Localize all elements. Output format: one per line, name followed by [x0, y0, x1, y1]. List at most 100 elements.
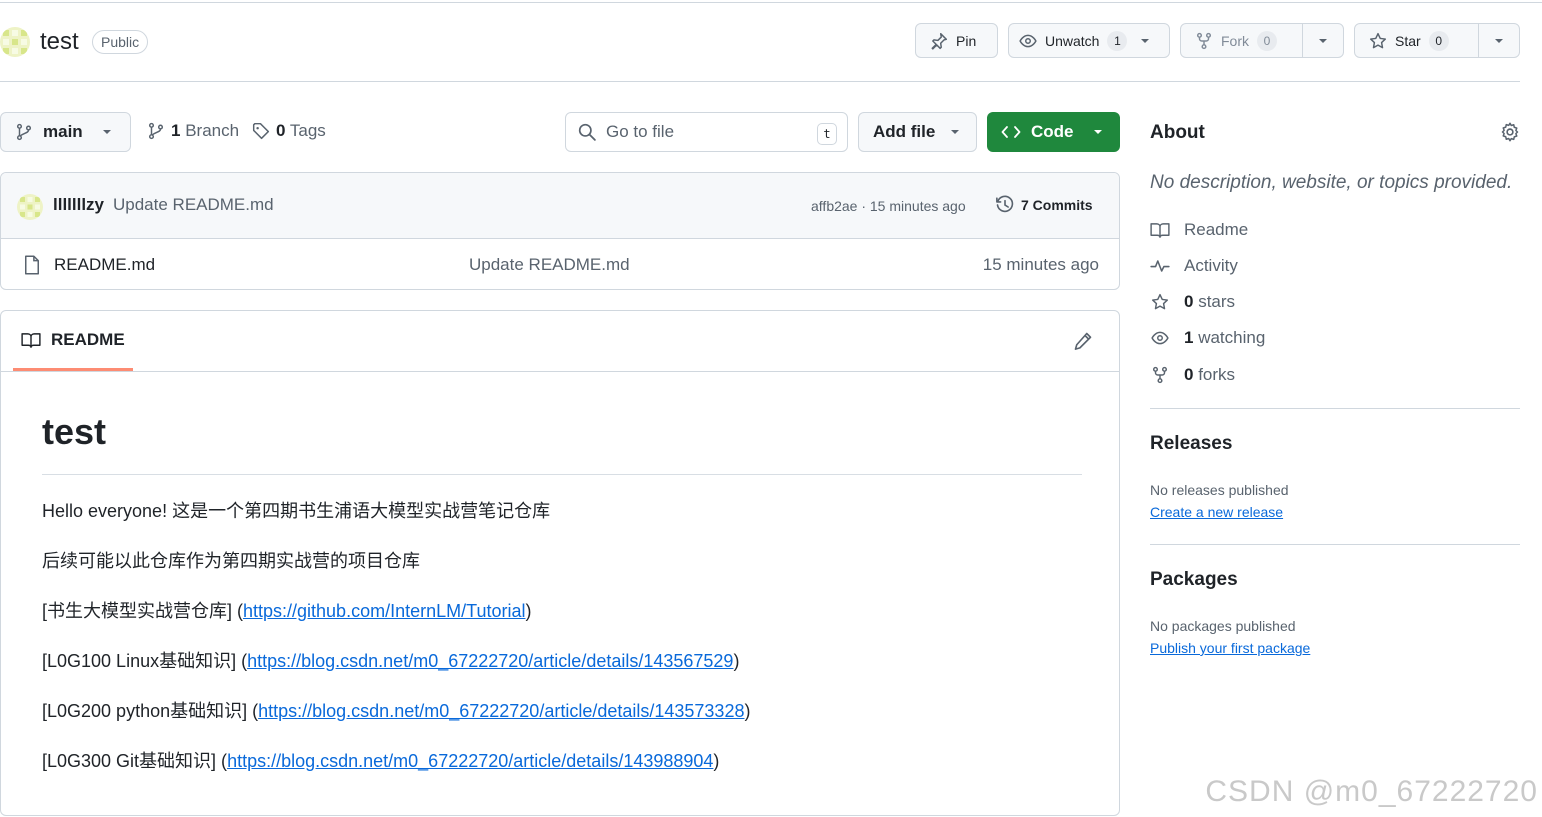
link-prefix: [书生大模型实战营仓库] (	[42, 601, 243, 621]
fork-button[interactable]: Fork 0	[1181, 24, 1302, 57]
pin-icon	[931, 32, 948, 50]
chevron-down-icon	[1495, 38, 1503, 43]
branches-count: 1	[171, 121, 181, 140]
file-name-link[interactable]: README.md	[54, 255, 155, 275]
readme-paragraph: 后续可能以此仓库作为第四期实战营的项目仓库	[42, 551, 420, 571]
tab-readme[interactable]: README	[13, 311, 133, 371]
packages-heading[interactable]: Packages	[1150, 569, 1238, 591]
releases-empty-text: No releases published	[1150, 482, 1289, 498]
fork-icon	[1152, 366, 1168, 384]
stars-link[interactable]: 0 stars	[1150, 292, 1235, 312]
repo-name-link[interactable]: test	[40, 28, 79, 56]
branches-link[interactable]: 1 Branch	[147, 121, 239, 141]
releases-heading[interactable]: Releases	[1150, 433, 1232, 455]
history-icon	[996, 195, 1014, 213]
star-button-group: Star 0	[1354, 23, 1520, 58]
visibility-badge: Public	[92, 30, 149, 54]
publish-package-link[interactable]: Publish your first package	[1150, 640, 1310, 656]
chevron-down-icon[interactable]	[1139, 35, 1151, 47]
commit-message-link[interactable]: Update README.md	[113, 195, 274, 215]
branch-name: main	[43, 122, 83, 141]
file-row[interactable]: README.md Update README.md 15 minutes ag…	[1, 239, 1119, 289]
go-to-file-input[interactable]: Go to file t	[565, 112, 848, 152]
file-commit-message-link[interactable]: Update README.md	[469, 255, 630, 275]
forks-link[interactable]: 0 forks	[1150, 365, 1235, 385]
readme-link-line: [L0G100 Linux基础知识] (https://blog.csdn.ne…	[42, 647, 1082, 675]
packages-empty-text: No packages published	[1150, 618, 1296, 634]
star-count: 0	[1428, 30, 1449, 51]
link-suffix: )	[525, 601, 532, 621]
watch-count: 1	[1107, 30, 1128, 51]
tags-count: 0	[276, 121, 286, 140]
stat-label: watching	[1198, 328, 1266, 347]
repo-owner-avatar[interactable]	[0, 27, 30, 57]
stat-value: 0	[1184, 292, 1194, 311]
readme-link-line: [书生大模型实战营仓库] (https://github.com/InternL…	[42, 597, 1082, 625]
sidebar-divider	[1150, 408, 1520, 409]
search-icon	[578, 123, 596, 141]
pencil-icon[interactable]	[1073, 331, 1093, 351]
add-file-button[interactable]: Add file	[858, 112, 977, 152]
readme-heading: test	[42, 411, 1082, 475]
about-description: No description, website, or topics provi…	[1150, 172, 1513, 193]
pulse-icon	[1150, 260, 1170, 272]
create-release-link[interactable]: Create a new release	[1150, 504, 1283, 520]
chevron-down-icon	[1093, 130, 1102, 134]
chevron-down-icon	[102, 130, 111, 134]
repo-toolbar: main 1 Branch 0 Tags Go to file t Add fi…	[0, 112, 1120, 152]
file-icon	[25, 255, 39, 275]
link-prefix: [L0G100 Linux基础知识] (	[42, 651, 248, 671]
star-dropdown[interactable]	[1479, 24, 1519, 57]
add-file-label: Add file	[873, 122, 936, 141]
fork-dropdown[interactable]	[1303, 24, 1343, 57]
watchers-link[interactable]: 1 watching	[1150, 328, 1265, 348]
stat-label: Activity	[1184, 256, 1238, 275]
git-branch-icon	[16, 123, 32, 141]
commits-history-link[interactable]: 7 Commits	[995, 195, 1093, 215]
chevron-down-icon	[1319, 38, 1327, 43]
code-label: Code	[1031, 122, 1074, 141]
pin-button[interactable]: Pin	[915, 23, 998, 58]
activity-link[interactable]: Activity	[1150, 256, 1238, 276]
commit-hash-time[interactable]: affb2ae · 15 minutes ago	[811, 198, 966, 214]
commit-author-link[interactable]: lllllllzy	[53, 195, 104, 215]
go-to-file-placeholder: Go to file	[606, 122, 675, 141]
readme-link[interactable]: Readme	[1150, 220, 1248, 240]
star-icon	[1369, 32, 1387, 48]
book-icon	[1150, 223, 1170, 238]
commit-author-avatar[interactable]	[17, 194, 43, 220]
keyboard-shortcut-hint: t	[817, 123, 837, 145]
eye-icon	[1019, 34, 1037, 47]
pin-label: Pin	[956, 32, 977, 49]
code-button[interactable]: Code	[987, 112, 1120, 152]
fork-label: Fork	[1221, 32, 1249, 49]
branch-select-button[interactable]: main	[0, 112, 131, 152]
readme-header-divider	[1, 371, 1119, 372]
python-article-link[interactable]: https://blog.csdn.net/m0_67222720/articl…	[258, 701, 744, 721]
fork-button-group: Fork 0	[1180, 23, 1344, 58]
watch-button[interactable]: Unwatch 1	[1008, 23, 1170, 58]
header-divider	[0, 81, 1520, 82]
branches-label: Branch	[185, 121, 240, 140]
git-article-link[interactable]: https://blog.csdn.net/m0_67222720/articl…	[227, 751, 713, 771]
about-heading: About	[1150, 122, 1205, 143]
fork-icon	[1196, 32, 1212, 49]
latest-commit-row: lllllllzy Update README.md affb2ae · 15 …	[1, 173, 1119, 239]
book-icon	[21, 332, 41, 348]
tutorial-link[interactable]: https://github.com/InternLM/Tutorial	[243, 601, 525, 621]
sidebar-divider	[1150, 544, 1520, 545]
readme-link-line: [L0G300 Git基础知识] (https://blog.csdn.net/…	[42, 747, 1082, 775]
star-icon	[1151, 293, 1169, 310]
stat-value: 1	[1184, 328, 1194, 347]
link-prefix: [L0G200 python基础知识] (	[42, 701, 259, 721]
tags-link[interactable]: 0 Tags	[252, 121, 326, 141]
stat-value: 0	[1184, 365, 1194, 384]
link-prefix: [L0G300 Git基础知识] (	[42, 751, 228, 771]
star-button[interactable]: Star 0	[1355, 24, 1478, 57]
gear-icon[interactable]	[1500, 122, 1520, 142]
linux-article-link[interactable]: https://blog.csdn.net/m0_67222720/articl…	[247, 651, 733, 671]
link-suffix: )	[744, 701, 751, 721]
chevron-down-icon	[951, 130, 960, 134]
commits-count-label: 7 Commits	[1021, 197, 1093, 213]
readme-link-line: [L0G200 python基础知识] (https://blog.csdn.n…	[42, 697, 1082, 725]
